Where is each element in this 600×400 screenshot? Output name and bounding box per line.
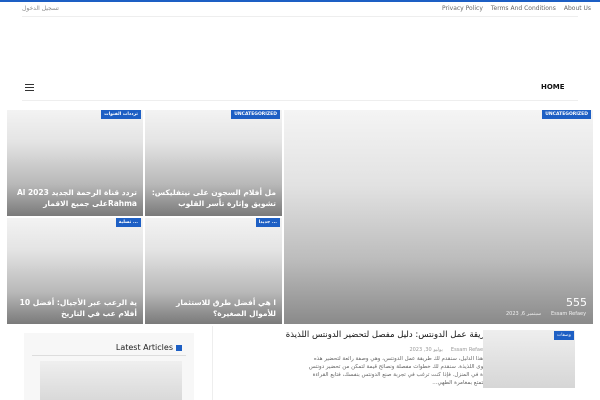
privacy-policy-link[interactable]: Privacy Policy xyxy=(442,5,483,12)
article-item: طريقة عمل الدونتس: دليل مفصل لتحضير الدو… xyxy=(212,326,578,400)
divider xyxy=(22,16,578,17)
divider xyxy=(22,100,578,101)
top-links: Privacy Policy Terms And Conditions Abou… xyxy=(442,5,599,12)
article-date: يوليو 30, 2023 xyxy=(409,347,443,353)
category-badge[interactable]: UNCATEGORIZED xyxy=(231,110,280,119)
post-card[interactable]: UNCATEGORIZED مل أفلام السجون على نيتفلي… xyxy=(145,110,282,216)
post-card[interactable]: ترددات القنوات تردد قناة الرحمة الجديد 2… xyxy=(7,110,143,216)
category-badge[interactable]: وصفات xyxy=(554,331,574,340)
article-thumbnail[interactable] xyxy=(40,361,182,400)
category-badge[interactable]: UNCATEGORIZED xyxy=(542,110,591,119)
main-nav: HOME xyxy=(0,78,600,98)
login-link[interactable]: تسجيل الدخول xyxy=(22,5,59,12)
featured-post-card[interactable]: UNCATEGORIZED xyxy=(284,110,593,324)
top-bar: تسجيل الدخول Privacy Policy Terms And Co… xyxy=(0,2,600,16)
article-author[interactable]: Essam Refaey xyxy=(451,347,486,353)
category-badge[interactable]: ترددات القنوات xyxy=(101,110,141,119)
latest-articles-widget: Latest Articles xyxy=(24,333,194,400)
menu-icon[interactable] xyxy=(25,84,34,91)
post-card[interactable]: تسلية ... ية الرعب عبر الأجيال: أفضل 10 … xyxy=(7,218,143,324)
nav-home[interactable]: HOME xyxy=(541,83,565,91)
category-badge[interactable]: جديدا ... xyxy=(255,218,280,227)
divider xyxy=(32,355,186,356)
heading-square-icon xyxy=(176,344,182,351)
article-meta: Essam Refaey يوليو 30, 2023 xyxy=(401,347,486,353)
widget-heading-text: Latest Articles xyxy=(115,343,173,352)
post-title[interactable]: مل أفلام السجون على نيتفليكس: تشويق وإثا… xyxy=(151,187,276,209)
featured-author[interactable]: Essam Refaey xyxy=(551,311,586,317)
featured-title[interactable]: 555 xyxy=(566,296,587,309)
article-title[interactable]: طريقة عمل الدونتس: دليل مفصل لتحضير الدو… xyxy=(286,330,492,340)
terms-link[interactable]: Terms And Conditions xyxy=(491,5,556,12)
article-excerpt: في هذا الدليل، سنقدم لك طريقة عمل الدونت… xyxy=(308,356,492,386)
featured-date: سبتمبر 6, 2023 xyxy=(506,311,542,317)
post-card[interactable]: جديدا ... ا هي أفضل طرق للاستثمار للأموا… xyxy=(145,218,282,324)
post-title[interactable]: تردد قناة الرحمة الجديد 2023 Al Rahmaعلى… xyxy=(13,187,137,209)
post-title[interactable]: ا هي أفضل طرق للاستثمار للأموال الصغيرة؟ xyxy=(151,297,276,319)
widget-heading: Latest Articles xyxy=(116,343,182,352)
about-us-link[interactable]: About Us xyxy=(564,5,591,12)
post-title[interactable]: ية الرعب عبر الأجيال: أفضل 10 أفلام عب ف… xyxy=(13,297,137,319)
category-badge[interactable]: تسلية ... xyxy=(115,218,141,227)
